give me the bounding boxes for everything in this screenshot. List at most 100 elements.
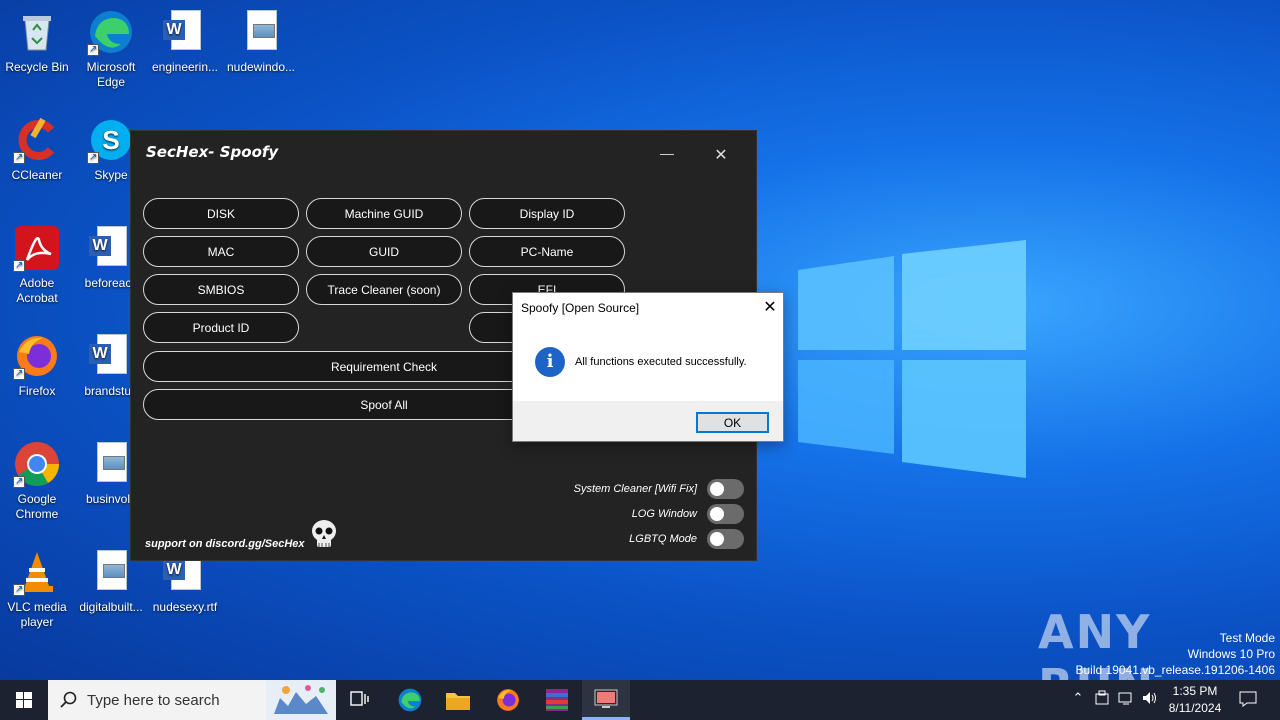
log-window-label: LOG Window xyxy=(631,508,697,520)
adobe-acrobat-icon xyxy=(13,224,61,273)
desktop-icon-label: VLC media player xyxy=(7,600,67,629)
smbios-button[interactable]: SMBIOS xyxy=(143,274,299,305)
display-id-button[interactable]: Display ID xyxy=(469,198,625,229)
spoofy-app-icon xyxy=(594,689,618,708)
test-mode-label: Test Mode xyxy=(1219,631,1275,645)
shortcut-arrow-icon xyxy=(87,42,99,57)
toggle-knob xyxy=(710,482,724,496)
info-message-dialog: Spoofy [Open Source] ✕ i All functions e… xyxy=(512,292,784,442)
test-mode-watermark: Test Mode Windows 10 Pro Build 19041.vb_… xyxy=(1076,630,1276,678)
info-icon: i xyxy=(535,347,565,377)
task-view-button[interactable] xyxy=(336,680,384,720)
image-file-icon xyxy=(237,8,285,56)
shortcut-arrow-icon xyxy=(13,150,25,165)
taskbar-firefox-button[interactable] xyxy=(484,680,532,720)
tray-chevron-up-icon[interactable]: ⌃ xyxy=(1068,690,1088,710)
pc-name-button[interactable]: PC-Name xyxy=(469,236,625,267)
desktop-icon-label: nudesexy.rtf xyxy=(152,600,218,614)
google-chrome-icon xyxy=(13,440,61,489)
desktop-icon-label: Recycle Bin xyxy=(5,60,69,74)
guid-button[interactable]: GUID xyxy=(306,236,462,267)
desktop-icon-adobe-acrobat[interactable]: Adobe Acrobat xyxy=(0,224,74,306)
taskbar-edge-button[interactable] xyxy=(386,680,434,720)
dialog-message: All functions executed successfully. xyxy=(575,356,747,368)
image-file-icon xyxy=(87,440,135,488)
microsoft-edge-icon xyxy=(87,8,135,57)
disk-button[interactable]: DISK xyxy=(143,198,299,229)
volume-icon[interactable] xyxy=(1140,690,1160,710)
lgbtq-mode-label: LGBTQ Mode xyxy=(629,533,697,545)
tray-security-icon[interactable] xyxy=(1092,690,1112,710)
machine-guid-button[interactable]: Machine GUID xyxy=(306,198,462,229)
vlc-cone-icon xyxy=(13,548,61,597)
mac-button[interactable]: MAC xyxy=(143,236,299,267)
product-id-button[interactable]: Product ID xyxy=(143,312,299,343)
desktop-icon-vlc[interactable]: VLC media player xyxy=(0,548,74,630)
app-title: SecHex- Spoofy xyxy=(146,143,279,161)
desktop-icon-label: engineerin... xyxy=(151,60,219,74)
desktop-icon-label: nudewindo... xyxy=(226,60,296,74)
clock-time: 1:35 PM xyxy=(1172,684,1218,698)
taskbar-spoofy-button[interactable] xyxy=(582,680,630,720)
desktop-icon-ccleaner[interactable]: CCleaner xyxy=(0,116,74,183)
windows-logo-wallpaper xyxy=(798,240,1026,478)
firefox-icon xyxy=(13,332,61,381)
clock-date: 8/11/2024 xyxy=(1168,701,1222,715)
desktop-icon-label: Adobe Acrobat xyxy=(16,276,58,305)
svg-text:S: S xyxy=(102,125,119,155)
shortcut-arrow-icon xyxy=(87,150,99,165)
desktop-icon-label: Firefox xyxy=(18,384,56,398)
log-window-toggle[interactable] xyxy=(707,504,744,524)
lgbtq-mode-toggle[interactable] xyxy=(707,529,744,549)
network-icon[interactable] xyxy=(1116,690,1136,710)
winrar-icon xyxy=(546,689,568,711)
skype-icon: S xyxy=(87,116,135,165)
word-document-icon: W xyxy=(87,224,135,272)
desktop-icon-word-document[interactable]: W engineerin... xyxy=(148,8,222,75)
toggle-knob xyxy=(710,532,724,546)
shortcut-arrow-icon xyxy=(13,258,25,273)
desktop-icon-google-chrome[interactable]: Google Chrome xyxy=(0,440,74,522)
desktop-icon-label: Google Chrome xyxy=(15,492,59,521)
desktop-icon-firefox[interactable]: Firefox xyxy=(0,332,74,399)
trace-cleaner-button[interactable]: Trace Cleaner (soon) xyxy=(306,274,462,305)
os-edition-label: Windows 10 Pro xyxy=(1187,647,1275,661)
search-placeholder: Type here to search xyxy=(87,691,220,709)
close-button[interactable]: ✕ xyxy=(713,145,729,165)
notifications-icon[interactable] xyxy=(1238,690,1258,710)
log-window-toggle-row: LOG Window xyxy=(632,503,744,525)
firefox-icon xyxy=(497,689,519,711)
microsoft-edge-icon xyxy=(398,688,422,712)
folder-icon xyxy=(446,693,470,710)
support-discord-text: support on discord.gg/SecHex xyxy=(145,538,305,550)
dialog-title: Spoofy [Open Source] xyxy=(521,301,640,315)
system-cleaner-label: System Cleaner [Wifi Fix] xyxy=(573,483,697,495)
lgbtq-mode-toggle-row: LGBTQ Mode xyxy=(629,528,744,550)
search-highlight-image-icon xyxy=(266,680,336,720)
taskbar-search-box[interactable]: Type here to search xyxy=(48,680,336,720)
image-file-icon xyxy=(87,548,135,596)
recycle-bin-icon xyxy=(13,8,61,56)
start-button[interactable] xyxy=(0,680,48,720)
taskbar: Type here to search ⌃ 1:35 PM 8/11/2024 xyxy=(0,680,1280,720)
taskbar-file-explorer-button[interactable] xyxy=(434,680,482,720)
search-icon xyxy=(60,691,77,708)
desktop-icon-microsoft-edge[interactable]: Microsoft Edge xyxy=(74,8,148,90)
minimize-button[interactable]: — xyxy=(659,145,675,165)
windows-start-icon xyxy=(16,692,32,708)
dialog-footer: OK xyxy=(513,401,783,441)
system-cleaner-toggle-row: System Cleaner [Wifi Fix] xyxy=(574,478,744,500)
desktop-icon-label: Microsoft Edge xyxy=(86,60,136,89)
task-view-icon xyxy=(350,691,369,706)
taskbar-clock[interactable]: 1:35 PM 8/11/2024 xyxy=(1162,683,1228,717)
taskbar-winrar-button[interactable] xyxy=(533,680,581,720)
word-document-icon: W xyxy=(161,8,209,56)
shortcut-arrow-icon xyxy=(13,474,25,489)
ok-button[interactable]: OK xyxy=(696,412,769,433)
system-cleaner-toggle[interactable] xyxy=(707,479,744,499)
desktop-icon-image-file[interactable]: nudewindo... xyxy=(224,8,298,75)
dialog-close-button[interactable]: ✕ xyxy=(761,297,779,317)
desktop-icon-label: digitalbuilt... xyxy=(79,600,143,614)
skull-icon xyxy=(312,520,336,547)
desktop-icon-recycle-bin[interactable]: Recycle Bin xyxy=(0,8,74,75)
